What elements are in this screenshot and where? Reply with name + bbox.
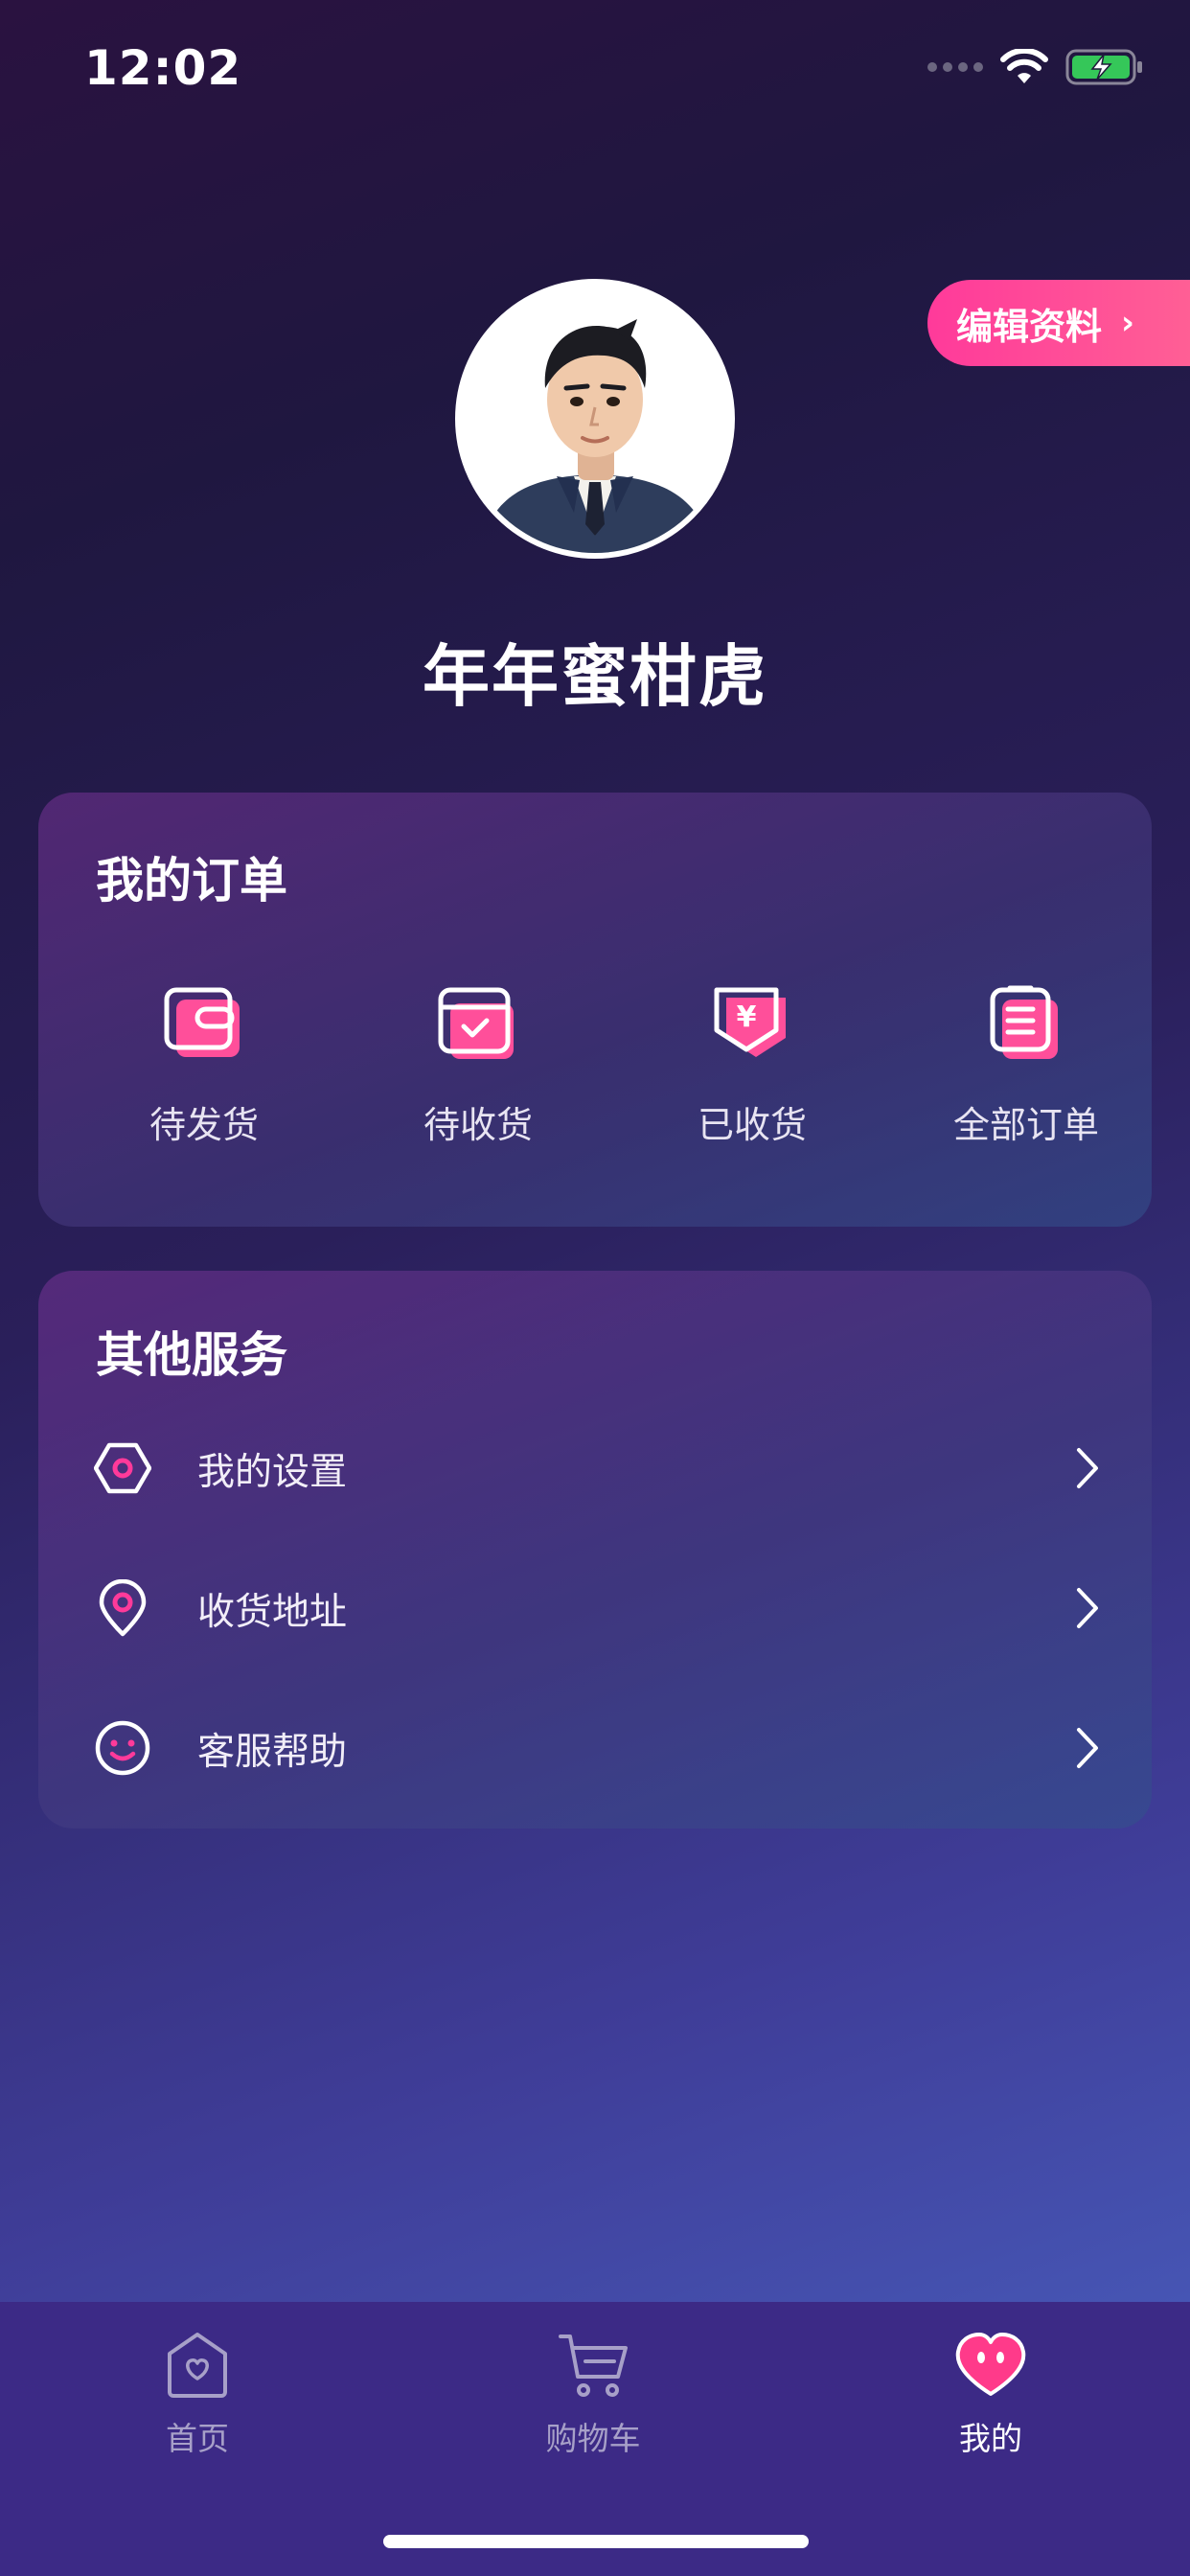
calendar-check-icon xyxy=(438,987,514,1059)
avatar-illustration xyxy=(461,285,729,553)
tab-cart-label: 购物车 xyxy=(545,2420,641,2457)
edit-profile-button[interactable]: 编辑资料 › xyxy=(927,280,1190,366)
status-icons xyxy=(927,48,1144,86)
status-time: 12:02 xyxy=(84,40,242,96)
service-customer-help[interactable]: 客服帮助 xyxy=(38,1686,1152,1810)
svg-text:¥: ¥ xyxy=(737,1000,757,1034)
service-shipping-address[interactable]: 收货地址 xyxy=(38,1546,1152,1670)
orders-title: 我的订单 xyxy=(96,853,287,908)
order-pending-receipt-label: 待收货 xyxy=(423,1104,533,1146)
cart-icon xyxy=(559,2334,628,2397)
home-heart-icon xyxy=(168,2333,227,2398)
smiley-icon xyxy=(95,1720,150,1776)
chevron-right-icon xyxy=(1077,1728,1098,1768)
tab-profile-label: 我的 xyxy=(959,2420,1022,2457)
status-bar: 12:02 xyxy=(0,0,1190,144)
order-pending-receipt[interactable]: 待收货 xyxy=(341,984,615,1176)
chevron-right-icon xyxy=(1077,1448,1098,1488)
clipboard-list-icon xyxy=(990,985,1058,1059)
wallet-icon xyxy=(164,987,240,1057)
edit-profile-label: 编辑资料 xyxy=(956,305,1103,348)
cellular-signal-icon xyxy=(927,62,983,72)
orders-card: 我的订单 待发货 待收货 ¥ 已收货 全部订单 xyxy=(38,793,1152,1227)
chevron-right-icon: › xyxy=(1121,304,1135,342)
chevron-right-icon xyxy=(1077,1588,1098,1628)
tab-profile[interactable]: 我的 xyxy=(885,2331,1096,2484)
hexagon-settings-icon xyxy=(94,1442,151,1494)
tab-home[interactable]: 首页 xyxy=(92,2331,303,2484)
service-my-settings[interactable]: 我的设置 xyxy=(38,1406,1152,1530)
order-all[interactable]: 全部订单 xyxy=(889,984,1163,1176)
order-pending-shipment[interactable]: 待发货 xyxy=(67,984,341,1176)
order-all-label: 全部订单 xyxy=(952,1104,1099,1146)
services-title: 其他服务 xyxy=(96,1327,287,1383)
avatar[interactable] xyxy=(455,279,735,559)
wifi-icon xyxy=(1000,49,1048,83)
location-pin-icon xyxy=(99,1579,147,1637)
home-indicator[interactable] xyxy=(383,2535,809,2548)
yen-shield-icon: ¥ xyxy=(714,987,786,1057)
battery-charging-icon xyxy=(1065,49,1142,85)
order-pending-shipment-label: 待发货 xyxy=(149,1104,259,1146)
user-name: 年年蜜柑虎 xyxy=(423,637,767,716)
tab-cart[interactable]: 购物车 xyxy=(488,2331,698,2484)
order-received-label: 已收货 xyxy=(697,1104,807,1146)
service-my-settings-label: 我的设置 xyxy=(197,1451,348,1494)
order-received[interactable]: ¥ 已收货 xyxy=(615,984,889,1176)
service-customer-help-label: 客服帮助 xyxy=(197,1731,348,1774)
services-card: 其他服务 我的设置 收货地址 客服帮助 xyxy=(38,1271,1152,1828)
service-shipping-address-label: 收货地址 xyxy=(197,1591,348,1634)
heart-face-icon xyxy=(955,2333,1026,2396)
tab-home-label: 首页 xyxy=(166,2420,229,2457)
